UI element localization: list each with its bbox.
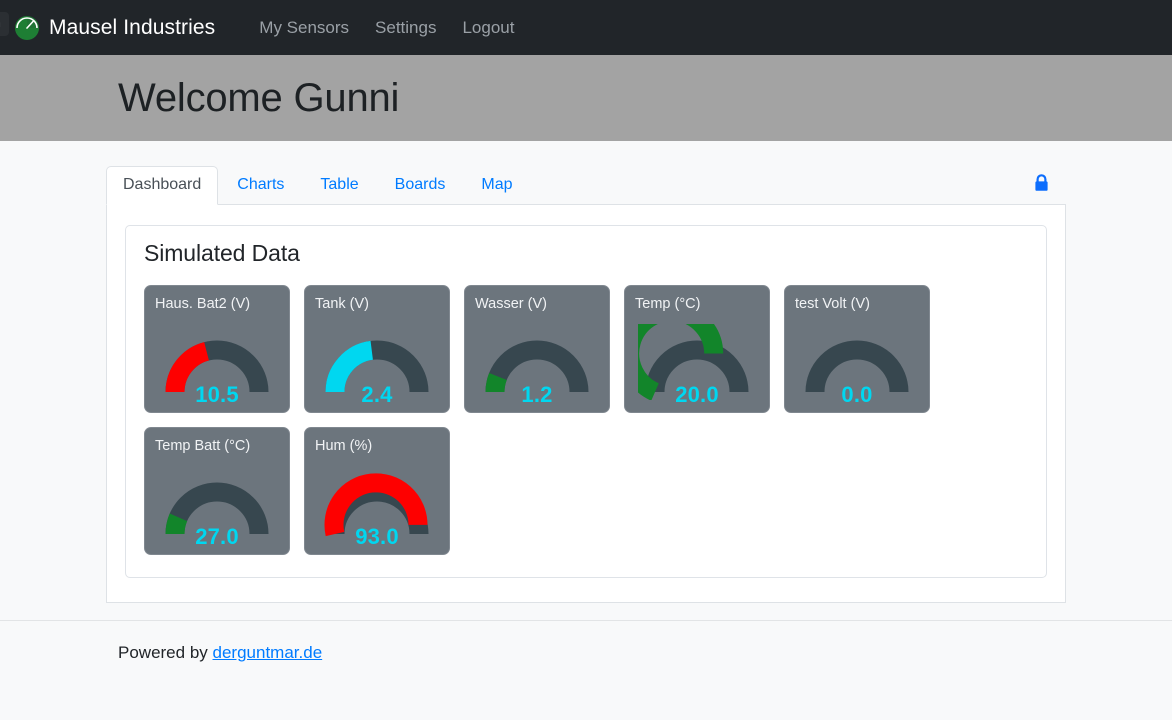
lock-button[interactable] (1033, 173, 1066, 204)
tab-panel-dashboard: Simulated Data Haus. Bat2 (V) 10.5 Tank (V… (106, 205, 1066, 603)
simulated-data-card: Simulated Data Haus. Bat2 (V) 10.5 Tank (V… (125, 225, 1047, 578)
nav-links: My Sensors Settings Logout (259, 18, 514, 38)
tab-boards[interactable]: Boards (378, 166, 463, 205)
tab-dashboard[interactable]: Dashboard (106, 166, 219, 205)
brand-link[interactable]: Mausel Industries (14, 15, 215, 41)
nav-link-settings[interactable]: Settings (375, 18, 436, 38)
brand-title: Mausel Industries (49, 15, 216, 39)
gauge-card[interactable]: Haus. Bat2 (V) 10.5 (144, 285, 290, 413)
gauge-value: 0.0 (841, 382, 873, 407)
navbar: gen Mausel Industries My Sensors Setting… (0, 0, 1172, 55)
hero-banner: Welcome Gunni (0, 55, 1172, 141)
gauge-label: Wasser (V) (475, 296, 547, 312)
gauge-value: 20.0 (675, 382, 719, 407)
footer-label: Powered by (118, 643, 208, 662)
gauge-label: Tank (V) (315, 296, 369, 312)
gauge-card[interactable]: Hum (%) 93.0 (304, 427, 450, 555)
nav-link-my-sensors[interactable]: My Sensors (259, 18, 349, 38)
tooltip-artifact: gen (0, 12, 9, 36)
page-title: Welcome Gunni (118, 75, 400, 120)
gauge-label: Temp Batt (°C) (155, 438, 251, 454)
tab-charts[interactable]: Charts (220, 166, 301, 205)
tabs: Dashboard Charts Table Boards Map (106, 166, 529, 205)
gauge-label: Temp (°C) (635, 296, 701, 312)
gauge-label: test Volt (V) (795, 296, 870, 312)
gauge-card[interactable]: Wasser (V) 1.2 (464, 285, 610, 413)
gauge-label: Hum (%) (315, 438, 373, 454)
gauge-logo-icon (14, 15, 40, 41)
gauge-value: 2.4 (361, 382, 393, 407)
nav-link-logout[interactable]: Logout (462, 18, 514, 38)
gauge-card[interactable]: test Volt (V) 0.0 (784, 285, 930, 413)
gauge-grid: Haus. Bat2 (V) 10.5 Tank (V) 2.4 Wasser (V) 1… (144, 285, 1028, 555)
gauge-value: 27.0 (195, 524, 239, 549)
gauge-value: 1.2 (521, 382, 553, 407)
page-body: Dashboard Charts Table Boards Map Simula… (0, 141, 1172, 720)
card-title: Simulated Data (144, 240, 300, 266)
gauge-label: Haus. Bat2 (V) (155, 296, 251, 312)
gauge-value: 10.5 (195, 382, 239, 407)
gauge-card[interactable]: Temp (°C) 20.0 (624, 285, 770, 413)
tab-table[interactable]: Table (303, 166, 375, 205)
gauge-card[interactable]: Temp Batt (°C) 27.0 (144, 427, 290, 555)
tab-map[interactable]: Map (464, 166, 529, 205)
content-container: Dashboard Charts Table Boards Map Simula… (106, 166, 1066, 603)
gauge-value: 93.0 (355, 524, 399, 549)
footer-text: Powered by derguntmar.de (118, 643, 1172, 663)
lock-icon (1033, 173, 1050, 198)
footer: Powered by derguntmar.de (0, 621, 1172, 663)
tab-bar: Dashboard Charts Table Boards Map (106, 166, 1066, 205)
gauge-card[interactable]: Tank (V) 2.4 (304, 285, 450, 413)
footer-link[interactable]: derguntmar.de (213, 643, 323, 662)
